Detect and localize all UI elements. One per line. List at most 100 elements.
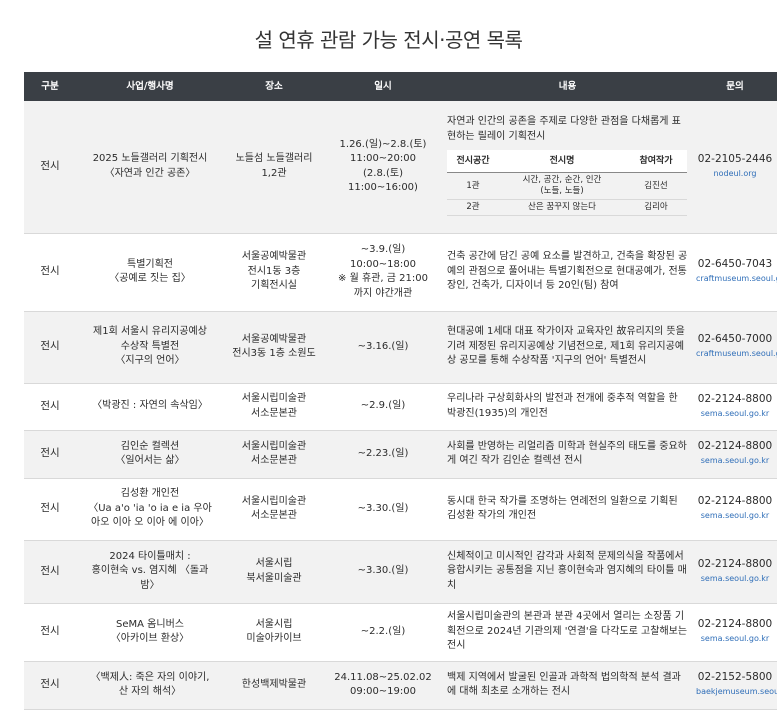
place-cell: 서울공예박물관 전시3동 1층 소원도 bbox=[224, 311, 324, 384]
table-row: 전시 김인순 컬렉션 〈일어서는 삶〉 서울시립미술관 서소문본관 ~2.23.(일… bbox=[24, 430, 777, 479]
table-row: 전시 제1회 서울시 유리지공예상 수상작 특별전 〈지구의 언어〉 서울공예박물관… bbox=[24, 311, 777, 384]
type-cell: 전시 bbox=[24, 311, 76, 384]
desc-cell: 건축 공간에 담긴 공예 요소를 발견하고, 건축을 확장된 공예의 관점으로 … bbox=[442, 233, 693, 312]
desc-cell: 서울시립미술관의 본관과 분관 4곳에서 열리는 소장품 기획전으로 2024년… bbox=[442, 603, 693, 662]
page-title: 설 연휴 관람 가능 전시·공연 목록 bbox=[254, 28, 523, 52]
date-cell: ~3.30.(일) bbox=[324, 540, 442, 604]
header-name: 사업/행사명 bbox=[76, 72, 224, 101]
date-cell: ~3.30.(일) bbox=[324, 478, 442, 541]
desc-cell: 신체적이고 미시적인 감각과 사회적 문제의식을 작품에서 융합시키는 공통점을… bbox=[442, 540, 693, 604]
contact-phone: 02-2124-8800 bbox=[697, 440, 773, 453]
desc-text: 자연과 인간의 공존을 주제로 다양한 관점을 다채롭게 표현하는 릴레이 기획… bbox=[447, 116, 681, 142]
date-cell: ~3.9.(일) 10:00~18:00 ※ 월 휴관, 금 21:00 까지 야간개… bbox=[324, 233, 442, 312]
date-cell: 24.11.08~25.02.02 09:00~19:00 bbox=[324, 661, 442, 710]
contact-site-link[interactable]: craftmuseum.seoul.go.kr bbox=[696, 274, 777, 283]
table-row: 전시 〈백제人: 죽은 자의 이야기, 산 자의 해석〉 한성백제박물관 24.1… bbox=[24, 661, 777, 710]
table-row: 전시 김성환 개인전 〈Ua a'o 'ia 'o ia e ia 우아 아오 이아… bbox=[24, 478, 777, 541]
table-row: 전시 SeMA 옴니버스 〈아카이브 환상〉 서울시립 미술아카이브 ~2.2.(일… bbox=[24, 603, 777, 662]
contact-cell: 02-2124-8800 sema.seoul.go.kr bbox=[693, 383, 777, 431]
date-cell: ~3.16.(일) bbox=[324, 311, 442, 384]
header-type: 구분 bbox=[24, 72, 76, 101]
place-cell: 서울시립 미술아카이브 bbox=[224, 603, 324, 662]
date-cell: ~2.23.(일) bbox=[324, 430, 442, 479]
name-cell: 김인순 컬렉션 〈일어서는 삶〉 bbox=[76, 430, 224, 479]
contact-site-link[interactable]: sema.seoul.go.kr bbox=[701, 456, 769, 465]
sub-header-artist: 참여작가 bbox=[625, 150, 687, 174]
contact-phone: 02-2124-8800 bbox=[697, 392, 773, 405]
contact-site-link[interactable]: sema.seoul.go.kr bbox=[701, 634, 769, 643]
contact-site-link[interactable]: sema.seoul.go.kr bbox=[701, 511, 769, 520]
place-cell: 서울공예박물관 전시1동 3층 기획전시실 bbox=[224, 233, 324, 312]
contact-site-link[interactable]: nodeul.org bbox=[714, 169, 757, 178]
sub-artist-cell: 김리아 bbox=[625, 199, 687, 217]
name-cell: 〈박광진 : 자연의 속삭임〉 bbox=[76, 383, 224, 431]
header-contact: 문의 bbox=[693, 72, 777, 101]
contact-cell: 02-2124-8800 sema.seoul.go.kr bbox=[693, 430, 777, 479]
contact-cell: 02-6450-7043 craftmuseum.seoul.go.kr bbox=[693, 233, 777, 312]
contact-cell: 02-2105-2446 nodeul.org bbox=[693, 101, 777, 234]
date-cell: ~2.2.(일) bbox=[324, 603, 442, 662]
contact-cell: 02-2152-5800 baekjemuseum.seoul.go.kr bbox=[693, 661, 777, 710]
header-place: 장소 bbox=[224, 72, 324, 101]
contact-site-link[interactable]: sema.seoul.go.kr bbox=[701, 574, 769, 583]
contact-phone: 02-2124-8800 bbox=[697, 618, 773, 631]
table-row: 전시 특별기획전 〈공예로 짓는 집〉 서울공예박물관 전시1동 3층 기획전시실 ~… bbox=[24, 233, 777, 312]
sub-header-space: 전시공간 bbox=[447, 150, 499, 174]
type-cell: 전시 bbox=[24, 540, 76, 604]
table-row: 전시 〈박광진 : 자연의 속삭임〉 서울시립미술관 서소문본관 ~2.9.(일)… bbox=[24, 383, 777, 431]
type-cell: 전시 bbox=[24, 661, 76, 710]
sub-header-title: 전시명 bbox=[499, 150, 625, 174]
type-cell: 전시 bbox=[24, 101, 76, 234]
header-desc: 내용 bbox=[442, 72, 693, 101]
desc-cell: 자연과 인간의 공존을 주제로 다양한 관점을 다채롭게 표현하는 릴레이 기획… bbox=[442, 101, 693, 234]
contact-phone: 02-6450-7000 bbox=[697, 333, 773, 346]
contact-cell: 02-2124-8800 sema.seoul.go.kr bbox=[693, 540, 777, 604]
desc-cell: 동시대 한국 작가를 조명하는 연례전의 일환으로 기획된 김성환 작가의 개인… bbox=[442, 478, 693, 541]
contact-phone: 02-2105-2446 bbox=[697, 152, 773, 165]
type-cell: 전시 bbox=[24, 478, 76, 541]
name-cell: 제1회 서울시 유리지공예상 수상작 특별전 〈지구의 언어〉 bbox=[76, 311, 224, 384]
place-cell: 서울시립미술관 서소문본관 bbox=[224, 383, 324, 431]
sub-space-cell: 2관 bbox=[447, 199, 499, 217]
desc-cell: 현대공예 1세대 대표 작가이자 교육자인 故유리지의 뜻을 기려 제정된 유리… bbox=[442, 311, 693, 384]
contact-cell: 02-2124-8800 sema.seoul.go.kr bbox=[693, 478, 777, 541]
sub-table-row: 1관 시간, 공간, 순간, 인간 (노들, 노들) 김진선 bbox=[447, 172, 687, 201]
place-cell: 서울시립미술관 서소문본관 bbox=[224, 478, 324, 541]
contact-phone: 02-2124-8800 bbox=[697, 495, 773, 508]
date-cell: ~2.9.(일) bbox=[324, 383, 442, 431]
table-row: 전시 2025 노들갤러리 기획전시 〈자연과 인간 공존〉 노들섬 노들갤러리 1… bbox=[24, 101, 777, 234]
contact-cell: 02-2124-8800 sema.seoul.go.kr bbox=[693, 603, 777, 662]
name-cell: 2025 노들갤러리 기획전시 〈자연과 인간 공존〉 bbox=[76, 101, 224, 234]
date-cell: 1.26.(일)~2.8.(토) 11:00~20:00 (2.8.(토) 11:0… bbox=[324, 101, 442, 234]
name-cell: 특별기획전 〈공예로 짓는 집〉 bbox=[76, 233, 224, 312]
sub-space-cell: 1관 bbox=[447, 172, 499, 201]
sub-table-row: 2관 산은 꿈꾸지 않는다 김리아 bbox=[447, 199, 687, 217]
contact-site-link[interactable]: sema.seoul.go.kr bbox=[701, 409, 769, 418]
sub-artist-cell: 김진선 bbox=[625, 172, 687, 201]
type-cell: 전시 bbox=[24, 383, 76, 431]
place-cell: 노들섬 노들갤러리 1,2관 bbox=[224, 101, 324, 234]
header-date: 일시 bbox=[324, 72, 442, 101]
sub-title-cell: 산은 꿈꾸지 않는다 bbox=[499, 199, 625, 217]
desc-cell: 우리나라 구상회화사의 발전과 전개에 중추적 역할을 한 박광진(1935)의… bbox=[442, 383, 693, 431]
place-cell: 한성백제박물관 bbox=[224, 661, 324, 710]
contact-phone: 02-2124-8800 bbox=[697, 557, 773, 570]
sub-title-cell: 시간, 공간, 순간, 인간 (노들, 노들) bbox=[499, 172, 625, 201]
desc-cell: 백제 지역에서 발굴된 인골과 과학적 법의학적 분석 결과에 대해 최초로 소… bbox=[442, 661, 693, 710]
contact-site-link[interactable]: craftmuseum.seoul.go.kr bbox=[696, 349, 777, 358]
table-row: 전시 2024 타이틀매치 : 홍이현숙 vs. 염지혜 〈돌과 밤〉 서울시립 북서… bbox=[24, 540, 777, 604]
contact-site-link[interactable]: baekjemuseum.seoul.go.kr bbox=[696, 687, 777, 696]
name-cell: SeMA 옴니버스 〈아카이브 환상〉 bbox=[76, 603, 224, 662]
place-cell: 서울시립미술관 서소문본관 bbox=[224, 430, 324, 479]
desc-cell: 사회를 반영하는 리얼리즘 미학과 현실주의 태도를 중요하게 여긴 작가 김인… bbox=[442, 430, 693, 479]
name-cell: 〈백제人: 죽은 자의 이야기, 산 자의 해석〉 bbox=[76, 661, 224, 710]
type-cell: 전시 bbox=[24, 430, 76, 479]
exhibit-subtable: 전시공간 전시명 참여작가 1관 시간, 공간, 순간, 인간 (노들, 노들) … bbox=[447, 150, 687, 217]
events-table: 구분 사업/행사명 장소 일시 내용 문의 전시 2025 노들갤러리 기획전시… bbox=[24, 72, 777, 710]
name-cell: 김성환 개인전 〈Ua a'o 'ia 'o ia e ia 우아 아오 이아 오 … bbox=[76, 478, 224, 541]
name-cell: 2024 타이틀매치 : 홍이현숙 vs. 염지혜 〈돌과 밤〉 bbox=[76, 540, 224, 604]
contact-phone: 02-6450-7043 bbox=[697, 258, 773, 271]
place-cell: 서울시립 북서울미술관 bbox=[224, 540, 324, 604]
contact-cell: 02-6450-7000 craftmuseum.seoul.go.kr bbox=[693, 311, 777, 384]
table-header-row: 구분 사업/행사명 장소 일시 내용 문의 bbox=[24, 72, 777, 101]
